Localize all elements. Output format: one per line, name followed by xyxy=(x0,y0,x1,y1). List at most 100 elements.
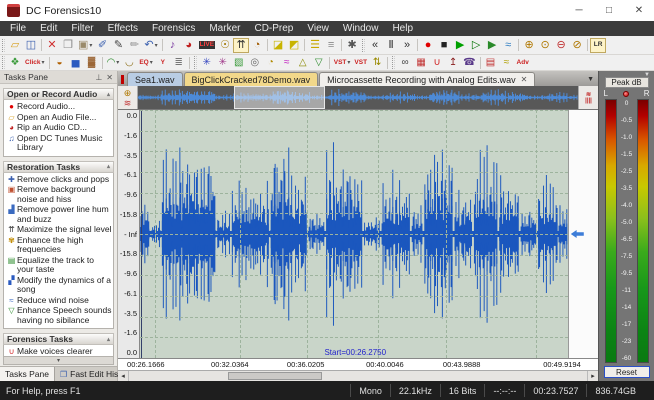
gear-icon[interactable]: ✱ xyxy=(344,38,360,53)
reset-button[interactable]: Reset xyxy=(604,366,650,378)
overview-strip[interactable] xyxy=(138,86,578,109)
play-icon[interactable]: ▶ xyxy=(452,38,468,53)
zoom-vertical-icon[interactable]: ⊖ xyxy=(553,38,569,53)
scroll-left-icon[interactable]: ◂ xyxy=(118,371,129,381)
demuffle-icon[interactable]: ▤ xyxy=(483,55,499,70)
section-header[interactable]: Forensics Tasks▴ xyxy=(3,333,114,345)
menu-forensics[interactable]: Forensics xyxy=(145,21,202,36)
menu-help[interactable]: Help xyxy=(385,21,420,36)
menu-view[interactable]: View xyxy=(300,21,336,36)
maximize-signal-icon[interactable]: ⇈ xyxy=(233,38,249,53)
adv-icon[interactable]: Adv xyxy=(515,55,531,70)
timer-icon[interactable]: ◔ xyxy=(249,38,265,53)
toolbar-grip[interactable] xyxy=(2,56,5,69)
cut-icon[interactable]: ✕ xyxy=(44,38,60,53)
task-item[interactable]: ∪Make voices clearer xyxy=(5,347,112,356)
lr-channel-icon[interactable]: LR xyxy=(590,38,606,53)
live-meter-icon[interactable]: LIVE xyxy=(197,38,217,53)
maximize-button[interactable]: □ xyxy=(594,0,624,21)
spectral-tool-1-icon[interactable]: ✳ xyxy=(199,55,215,70)
mute-pencil-icon[interactable]: ✏ xyxy=(126,38,142,53)
picture-icon[interactable]: ▧ xyxy=(231,55,247,70)
speech-filter-icon[interactable]: Y xyxy=(155,55,171,70)
record-icon[interactable]: ● xyxy=(420,38,436,53)
task-item[interactable]: ◕Rip an Audio CD... xyxy=(5,123,112,134)
task-item[interactable]: ♫Open DC Tunes Music Library xyxy=(5,134,112,154)
close-tab-icon[interactable]: ✕ xyxy=(521,75,528,84)
menu-marker[interactable]: Marker xyxy=(202,21,247,36)
hbeam-icon[interactable]: ≡ xyxy=(323,38,339,53)
globe-icon[interactable]: ☉ xyxy=(217,38,233,53)
curve-filter-icon[interactable]: ◡ xyxy=(121,55,137,70)
toolbar-grip[interactable] xyxy=(194,56,197,69)
speech-funnel-icon[interactable]: ▽ xyxy=(311,55,327,70)
click-filter-icon[interactable]: Click▾ xyxy=(23,55,47,70)
close-button[interactable]: ✕ xyxy=(624,0,654,21)
task-item[interactable]: ⇈Maximize the signal level xyxy=(5,225,112,236)
binoculars-icon[interactable]: ∞ xyxy=(397,55,413,70)
pane-bottom-icon[interactable]: ◪ xyxy=(270,38,286,53)
waveform-plot[interactable]: Start=00:26.2750 xyxy=(140,110,598,358)
bezier-filter-icon[interactable]: ◠▾ xyxy=(105,55,122,70)
clip-led-icon[interactable] xyxy=(623,91,629,97)
copy-icon[interactable]: ❐ xyxy=(60,38,76,53)
menu-edit[interactable]: Edit xyxy=(33,21,64,36)
play-eh-icon[interactable]: ▶ xyxy=(484,38,500,53)
minimize-button[interactable]: ─ xyxy=(564,0,594,21)
paste-icon[interactable]: ▣▾ xyxy=(76,38,94,53)
vst-stack-icon[interactable]: VST xyxy=(352,55,369,70)
donut-filter-icon[interactable]: ◎ xyxy=(247,55,263,70)
menu-cdprep[interactable]: CD-Prep xyxy=(247,21,300,36)
collapse-icon[interactable]: ▴ xyxy=(107,91,110,98)
pencil-icon[interactable]: ✎ xyxy=(110,38,126,53)
zoom-out-icon[interactable]: ⊘ xyxy=(569,38,585,53)
vu-meter-icon[interactable]: ◒ xyxy=(52,55,68,70)
pacman-filter-icon[interactable]: ◔ xyxy=(263,55,279,70)
task-item[interactable]: ▽Enhance Speech sounds having no sibilan… xyxy=(5,306,112,326)
overview-markers-icon[interactable]: |||| xyxy=(585,98,592,104)
section-header[interactable]: Restoration Tasks▴ xyxy=(3,161,114,173)
waveform-data-region[interactable] xyxy=(140,110,568,358)
tab-3[interactable]: Microcassette Recording with Analog Edit… xyxy=(319,72,535,86)
task-item[interactable]: ▟Remove power line hum and buzz xyxy=(5,205,112,225)
toolbar-grip[interactable] xyxy=(2,39,5,52)
close-pane-icon[interactable]: ✕ xyxy=(106,73,113,82)
overview-zoom-icon[interactable]: ⊕ xyxy=(124,88,132,98)
zoom-in-icon[interactable]: ⊕ xyxy=(521,38,537,53)
collapse-icon[interactable]: ▴ xyxy=(107,336,110,343)
lips-icon[interactable]: ∪ xyxy=(429,55,445,70)
rewind-icon[interactable]: « xyxy=(367,38,383,53)
wave-3d-icon[interactable]: ≈ xyxy=(500,38,516,53)
vst-icon[interactable]: VST▾ xyxy=(332,55,353,70)
task-item[interactable]: ▞Modify the dynamics of a song xyxy=(5,276,112,296)
amplify-whispers-icon[interactable]: ↥ xyxy=(445,55,461,70)
phone-icon[interactable]: ☎ xyxy=(461,55,477,70)
menu-effects[interactable]: Effects xyxy=(101,21,145,36)
zoom-selection-icon[interactable]: ⊙ xyxy=(537,38,553,53)
position-arrow-icon[interactable] xyxy=(571,230,584,238)
layers-icon[interactable]: ☰ xyxy=(307,38,323,53)
sync-icon[interactable]: ⇅ xyxy=(369,55,385,70)
toolbar-grip[interactable] xyxy=(362,39,365,52)
graphic-eq-icon[interactable]: ≣ xyxy=(171,55,187,70)
scroll-right-icon[interactable]: ▸ xyxy=(587,371,598,381)
task-item[interactable]: ✾Enhance the high frequencies xyxy=(5,236,112,256)
task-item[interactable]: ▤Equalize the track to your taste xyxy=(5,256,112,276)
overview-wave-icon[interactable]: ≋ xyxy=(124,98,132,108)
pane-tab-tasks-pane[interactable]: Tasks Pane xyxy=(0,367,55,381)
balance-icon[interactable]: △ xyxy=(295,55,311,70)
spectral-tool-2-icon[interactable]: ✳ xyxy=(215,55,231,70)
undo-icon[interactable]: ↶▾ xyxy=(142,38,159,53)
tab-list-dropdown-icon[interactable]: ▼ xyxy=(587,76,594,86)
marker-pen-icon[interactable]: ✐ xyxy=(94,38,110,53)
menu-window[interactable]: Window xyxy=(336,21,386,36)
tab-2[interactable]: BigClickCracked78Demo.wav xyxy=(184,72,319,86)
collapse-icon[interactable]: ▴ xyxy=(107,163,110,170)
overview-selection-window[interactable] xyxy=(234,86,325,109)
aedf-icon[interactable]: ▦ xyxy=(413,55,429,70)
wave-magenta-icon[interactable]: ≈ xyxy=(279,55,295,70)
pane-top-icon[interactable]: ◩ xyxy=(286,38,302,53)
menu-filter[interactable]: Filter xyxy=(64,21,100,36)
task-item[interactable]: ●Record Audio... xyxy=(5,102,112,113)
tasks-pane-scroll-down[interactable]: ▾ xyxy=(3,356,114,365)
